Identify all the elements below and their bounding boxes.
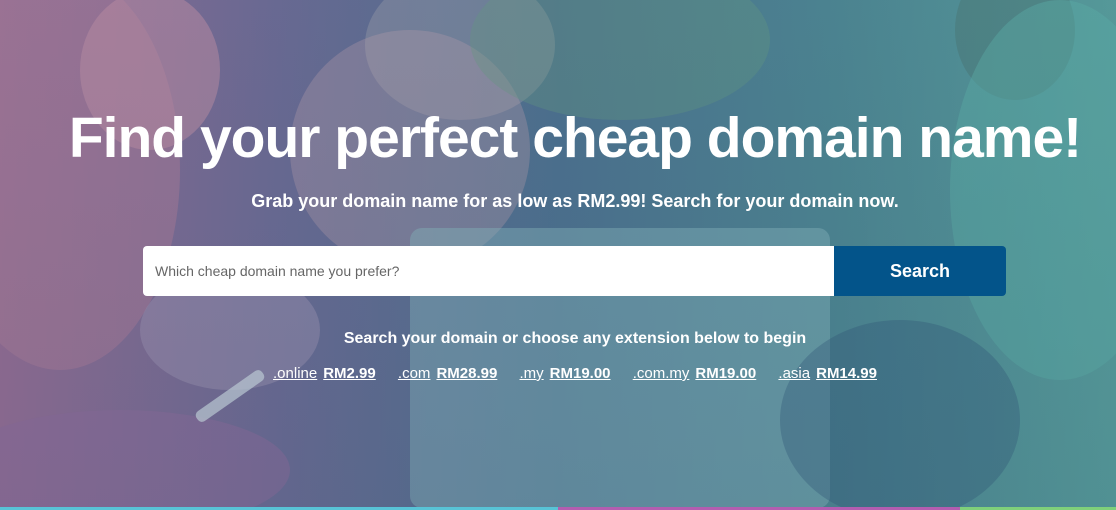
extension-link-online[interactable]: .online RM2.99 — [273, 364, 376, 384]
extension-name: .online — [273, 365, 318, 382]
extension-link-my[interactable]: .my RM19.00 — [519, 364, 610, 384]
extension-price: RM2.99 — [323, 365, 376, 382]
extension-name: .asia — [778, 365, 811, 382]
domain-search-bar: Search — [143, 246, 1006, 296]
hero-content: Find your perfect cheap domain name! Gra… — [0, 0, 1116, 510]
page-subtitle: Grab your domain name for as low as RM2.… — [251, 191, 899, 211]
extension-hint: Search your domain or choose any extensi… — [343, 330, 807, 347]
extension-price: RM19.00 — [549, 365, 611, 382]
extension-price: RM14.99 — [816, 365, 877, 382]
domain-search-input[interactable] — [143, 246, 834, 296]
page-title: Find your perfect cheap domain name! — [68, 106, 1082, 170]
extension-price: RM28.99 — [436, 365, 498, 382]
extension-name: .my — [519, 365, 544, 382]
extension-name: .com.my — [632, 365, 690, 382]
extension-list: .online RM2.99 .com RM28.99 .my RM19.00 .co… — [0, 364, 1116, 384]
extension-link-asia[interactable]: .asia RM14.99 — [778, 364, 877, 384]
search-button[interactable]: Search — [834, 246, 1006, 296]
extension-link-com-my[interactable]: .com.my RM19.00 — [633, 364, 757, 384]
extension-link-com[interactable]: .com RM28.99 — [398, 364, 497, 384]
extension-price: RM19.00 — [695, 365, 757, 382]
extension-name: .com — [397, 365, 431, 382]
